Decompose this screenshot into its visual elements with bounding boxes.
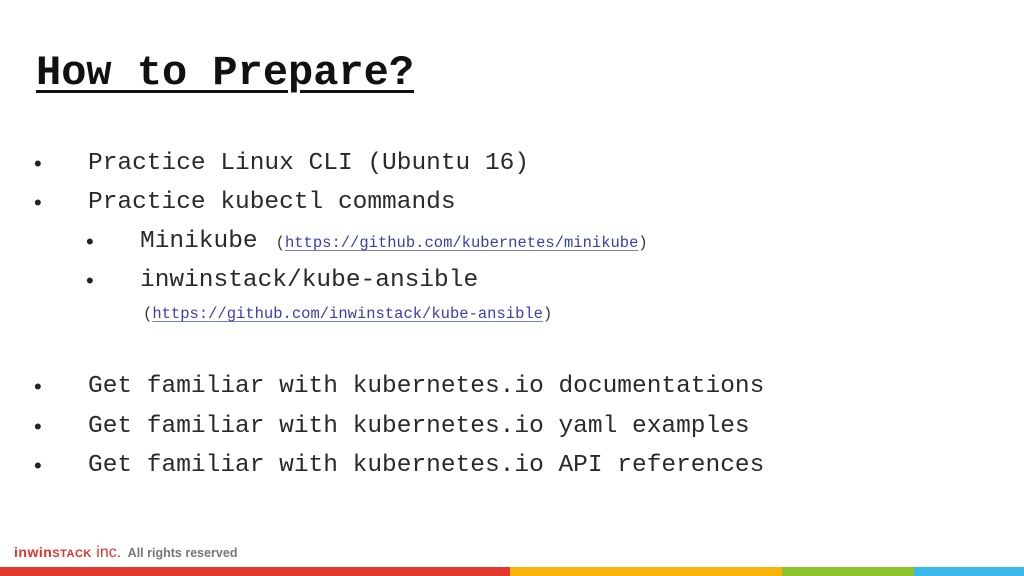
sub-bullet-item: inwinstack/kube-ansible <box>140 267 479 294</box>
sub-bullet-url: (https://github.com/inwinstack/kube-ansi… <box>143 304 552 324</box>
minikube-link[interactable]: https://github.com/kubernetes/minikube <box>285 234 638 252</box>
bullet-icon: • <box>34 414 42 439</box>
paren-close: ) <box>638 234 648 252</box>
logo-stack: STACK <box>52 548 92 560</box>
kube-ansible-link[interactable]: https://github.com/inwinstack/kube-ansib… <box>152 305 543 323</box>
sub-bullet-item: Minikube (https://github.com/kubernetes/m… <box>140 227 648 258</box>
bullet-icon: • <box>34 190 42 215</box>
slide-title: How to Prepare? <box>36 49 415 97</box>
footer-bar-orange <box>510 567 782 576</box>
bullet-item: Get familiar with kubernetes.io yaml exa… <box>88 413 750 440</box>
bullet-icon: • <box>34 374 42 399</box>
bullet-icon: • <box>34 151 42 176</box>
company-logo: inwinSTACK inc. All rights reserved <box>14 543 237 563</box>
sub-bullet-label: Minikube <box>140 228 258 255</box>
footer-bar-green <box>782 567 914 576</box>
bullet-item: Get familiar with kubernetes.io API refe… <box>88 452 765 479</box>
bullet-icon: • <box>34 453 42 478</box>
footer-bar-red <box>0 567 510 576</box>
footer-bar-blue <box>914 567 1024 576</box>
sub-bullet-icon: • <box>86 229 94 254</box>
paren-open: ( <box>275 234 285 252</box>
bullet-item: Practice kubectl commands <box>88 189 456 216</box>
logo-inwin: inwin <box>14 544 53 560</box>
sub-bullet-icon: • <box>86 268 94 293</box>
copyright-text: All rights reserved <box>121 546 238 560</box>
paren-close: ) <box>542 305 553 323</box>
paren-open: ( <box>143 305 153 323</box>
bullet-item: Get familiar with kubernetes.io document… <box>88 373 765 400</box>
logo-inc: inc. <box>91 544 122 561</box>
bullet-item: Practice Linux CLI (Ubuntu 16) <box>88 150 530 177</box>
